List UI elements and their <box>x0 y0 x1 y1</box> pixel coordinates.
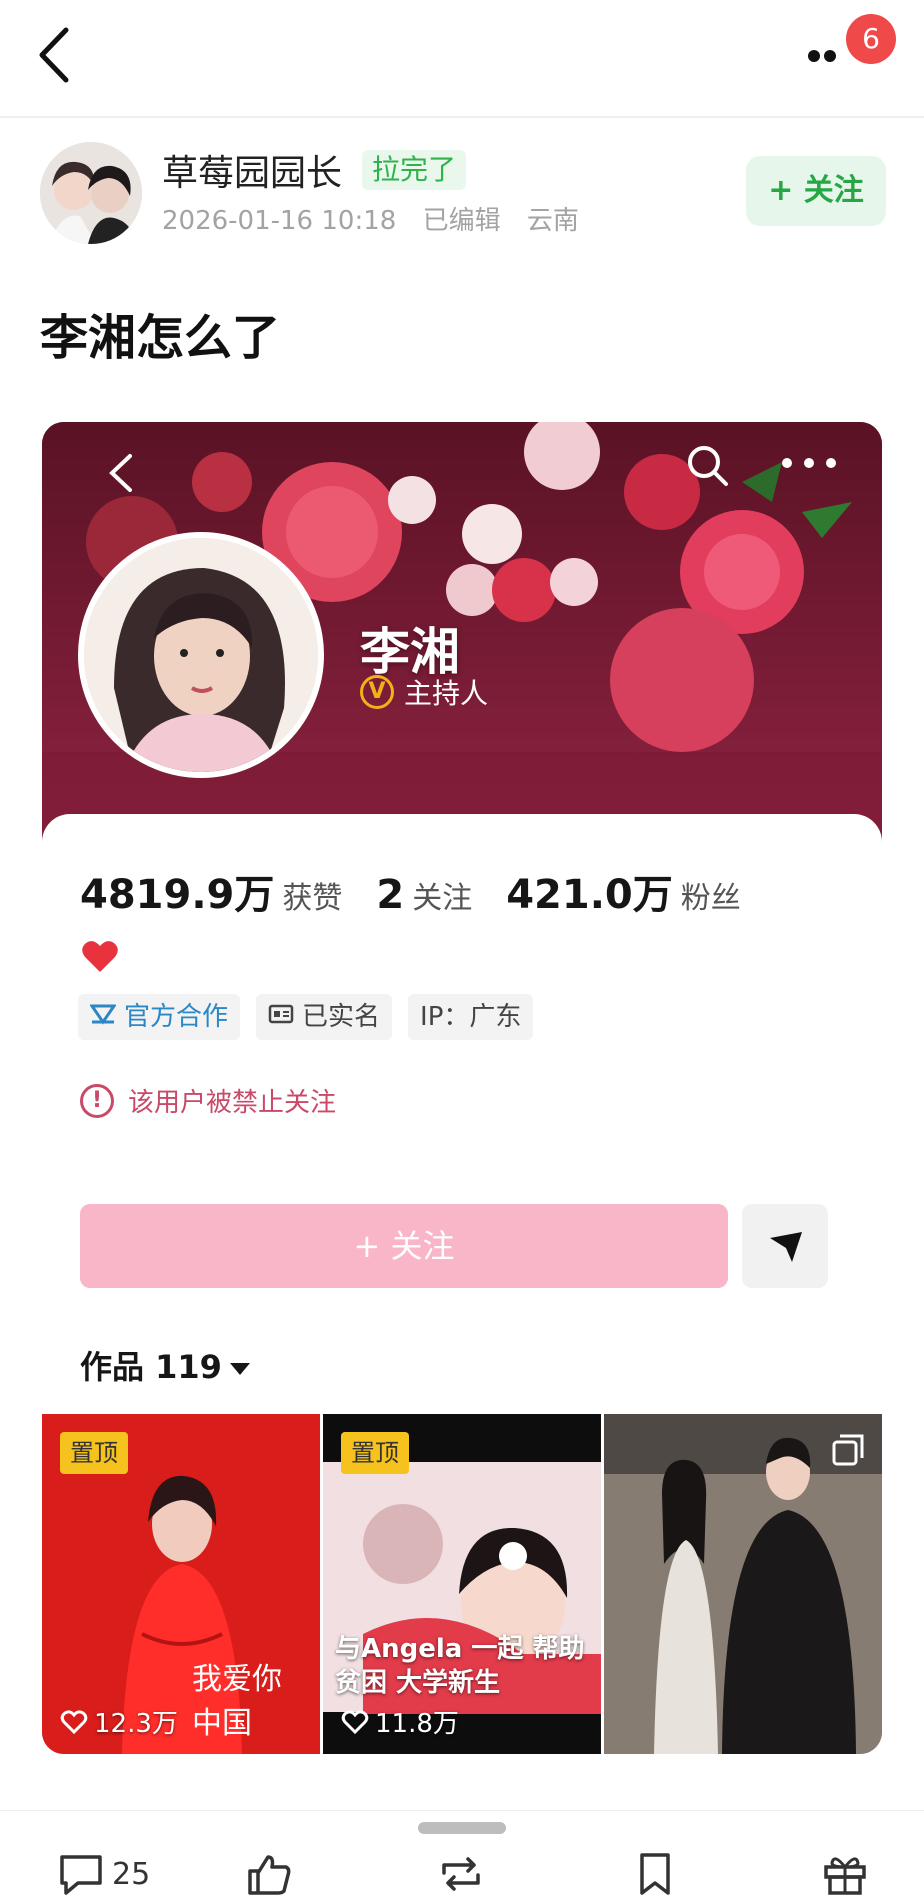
repost-button[interactable] <box>436 1852 486 1896</box>
following-label[interactable]: 关注 <box>412 873 472 917</box>
comment-icon <box>60 1855 102 1895</box>
id-card-icon <box>268 994 294 1040</box>
caret-down-icon <box>229 1363 250 1375</box>
author-avatar[interactable] <box>40 142 142 244</box>
partner-icon <box>89 994 117 1040</box>
like-button[interactable] <box>244 1852 294 1896</box>
comment-button[interactable]: 25 <box>56 1852 150 1896</box>
gift-button[interactable] <box>820 1852 870 1896</box>
like-outline-icon <box>60 1709 88 1734</box>
post-date: 2026-01-16 10:18 <box>162 206 397 236</box>
blocked-text: 该用户被禁止关注 <box>128 1088 337 1118</box>
repost-icon <box>442 1857 480 1891</box>
cover-back-icon[interactable] <box>102 448 142 498</box>
profile-tags: 官方合作 已实名 IP：广东 <box>78 994 549 1040</box>
profile-avatar[interactable] <box>78 532 324 778</box>
thumb-likes-count: 11.8万 <box>375 1709 459 1739</box>
like-outline-icon <box>341 1709 369 1734</box>
tag-ip: IP：广东 <box>408 994 534 1040</box>
works-grid: 置顶 我爱你 中国 12.3万 置顶 与Angela 一起 帮助贫困 大学新生 … <box>42 1414 882 1754</box>
verified-v-icon: V <box>360 675 394 709</box>
back-arrow-icon[interactable] <box>30 24 80 86</box>
thumb-likes: 11.8万 <box>341 1703 459 1740</box>
profile-body: 4819.9万 获赞 2 关注 421.0万 粉丝 官方合作 已实名 IP：广东… <box>42 814 882 1754</box>
tag-official-label: 官方合作 <box>124 1002 229 1032</box>
post-meta: 2026-01-16 10:18 已编辑 云南 <box>162 200 597 237</box>
author-name[interactable]: 草莓园园长 <box>162 144 342 196</box>
likes-count: 4819.9万 <box>80 872 275 918</box>
blocked-notice: ! 该用户被禁止关注 <box>80 1082 336 1119</box>
pinned-badge: 置顶 <box>341 1432 409 1474</box>
more-options-icon[interactable] <box>808 42 848 66</box>
work-thumbnail[interactable]: 置顶 与Angela 一起 帮助贫困 大学新生 11.8万 <box>323 1414 601 1754</box>
work-thumbnail[interactable] <box>604 1414 882 1754</box>
multi-image-icon <box>830 1432 866 1468</box>
tag-verified-label: 已实名 <box>302 1002 381 1032</box>
edited-label: 已编辑 <box>422 206 501 236</box>
following-count[interactable]: 2 <box>376 872 404 918</box>
cover-more-icon[interactable] <box>782 458 842 472</box>
gift-icon <box>824 1857 866 1895</box>
profile-stats: 4819.9万 获赞 2 关注 421.0万 粉丝 <box>80 862 775 920</box>
send-message-button[interactable] <box>742 1204 828 1288</box>
search-icon[interactable] <box>682 440 734 492</box>
thumb-calligraphy: 我爱你 中国 <box>192 1662 282 1741</box>
alert-icon: ! <box>80 1083 114 1118</box>
pinned-badge: 置顶 <box>60 1432 128 1474</box>
fans-label[interactable]: 粉丝 <box>681 873 741 917</box>
profile-role: 主持人 <box>404 677 489 710</box>
thumb-caption: 与Angela 一起 帮助贫困 大学新生 <box>335 1634 585 1698</box>
follow-author-button[interactable]: + 关注 <box>746 156 886 226</box>
work-thumbnail[interactable]: 置顶 我爱你 中国 12.3万 <box>42 1414 320 1754</box>
post-location: 云南 <box>526 206 579 236</box>
post-title: 李湘怎么了 <box>40 310 281 366</box>
tag-verified-name[interactable]: 已实名 <box>256 994 393 1040</box>
follow-profile-button[interactable]: + 关注 <box>80 1204 728 1288</box>
bookmark-button[interactable] <box>630 1852 680 1896</box>
scroll-handle[interactable] <box>418 1822 506 1834</box>
bookmark-icon <box>640 1853 670 1895</box>
thumb-likes: 12.3万 <box>60 1703 178 1740</box>
likes-label: 获赞 <box>282 881 343 916</box>
works-tab[interactable]: 作品 119 <box>80 1342 250 1388</box>
thumbs-up-icon <box>248 1855 291 1895</box>
works-label: 作品 119 <box>80 1348 222 1386</box>
comment-count: 25 <box>112 1856 151 1892</box>
fans-count[interactable]: 421.0万 <box>506 862 673 920</box>
notification-badge[interactable]: 6 <box>846 14 896 64</box>
top-bar: 6 <box>0 0 924 118</box>
thumb-likes-count: 12.3万 <box>94 1709 178 1739</box>
heart-icon <box>80 936 120 976</box>
verification: V 主持人 <box>360 672 488 712</box>
tag-ip-label: IP：广东 <box>420 1002 522 1032</box>
tag-official-partner[interactable]: 官方合作 <box>78 994 241 1040</box>
profile-card-image[interactable]: 李湘 V 主持人 4819.9万 获赞 2 关注 421.0万 粉丝 官方合作 <box>42 422 882 1754</box>
level-badge: 拉完了 <box>362 150 467 190</box>
